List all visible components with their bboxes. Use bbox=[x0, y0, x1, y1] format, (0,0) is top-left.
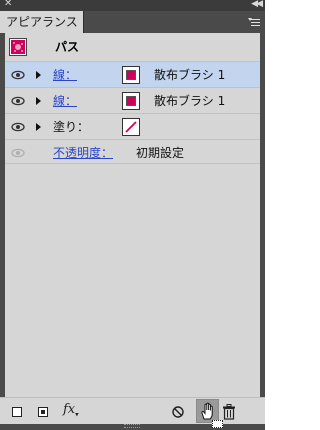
panel-menu-icon[interactable] bbox=[248, 17, 260, 27]
opacity-row[interactable]: 不透明度： 初期設定 bbox=[5, 139, 260, 165]
stroke-row-1[interactable]: 線： 散布ブラシ 1 bbox=[5, 61, 260, 87]
brush-value: 散布ブラシ 1 bbox=[154, 94, 226, 108]
expand-triangle-icon[interactable] bbox=[36, 71, 41, 79]
fx-icon[interactable]: fx▾ bbox=[63, 402, 79, 419]
expand-triangle-icon[interactable] bbox=[36, 97, 41, 105]
close-icon[interactable]: ✕ bbox=[4, 0, 12, 10]
clear-appearance-icon[interactable] bbox=[172, 406, 184, 418]
eye-icon[interactable] bbox=[11, 68, 25, 82]
stroke-label[interactable]: 線： bbox=[53, 62, 77, 88]
color-swatch-icon[interactable] bbox=[122, 66, 140, 84]
color-swatch-icon[interactable] bbox=[122, 92, 140, 110]
expand-triangle-icon[interactable] bbox=[36, 123, 41, 131]
tab-appearance[interactable]: アピアランス bbox=[0, 11, 84, 33]
eye-icon[interactable] bbox=[11, 94, 25, 108]
eye-icon bbox=[11, 148, 25, 158]
stroke-label[interactable]: 線： bbox=[53, 88, 77, 114]
drag-outline bbox=[212, 420, 223, 428]
brush-value: 散布ブラシ 1 bbox=[154, 68, 226, 82]
fx-label: fx bbox=[63, 402, 76, 417]
fill-label: 塗り： bbox=[53, 120, 90, 134]
new-fill-icon[interactable] bbox=[38, 407, 48, 417]
stroke-row-2[interactable]: 線： 散布ブラシ 1 bbox=[5, 87, 260, 113]
eye-icon[interactable] bbox=[11, 120, 25, 134]
delete-item-icon[interactable] bbox=[222, 404, 236, 420]
appearance-list: パス 線： 散布ブラシ 1 線： 散布ブラシ 1 塗り： 不透明度： 初期設定 bbox=[5, 33, 260, 397]
fill-row[interactable]: 塗り： bbox=[5, 113, 260, 139]
path-thumbnail-icon bbox=[9, 38, 27, 56]
none-swatch-icon[interactable] bbox=[122, 118, 140, 136]
resize-grip[interactable] bbox=[124, 424, 140, 428]
object-header: パス bbox=[5, 33, 260, 61]
new-stroke-icon[interactable] bbox=[12, 407, 22, 417]
object-title: パス bbox=[55, 40, 80, 54]
hand-cursor-icon bbox=[201, 402, 213, 420]
appearance-panel: ✕ ◀◀ アピアランス パス 線： 散布ブラシ 1 線： 散布ブラシ 1 塗り：… bbox=[0, 0, 265, 430]
list-divider bbox=[5, 163, 260, 164]
collapse-icon[interactable]: ◀◀ bbox=[251, 0, 263, 10]
bottom-toolbar: fx▾ bbox=[0, 397, 265, 424]
panel-titlebar: ✕ ◀◀ bbox=[0, 0, 265, 11]
tab-row: アピアランス bbox=[0, 11, 265, 33]
